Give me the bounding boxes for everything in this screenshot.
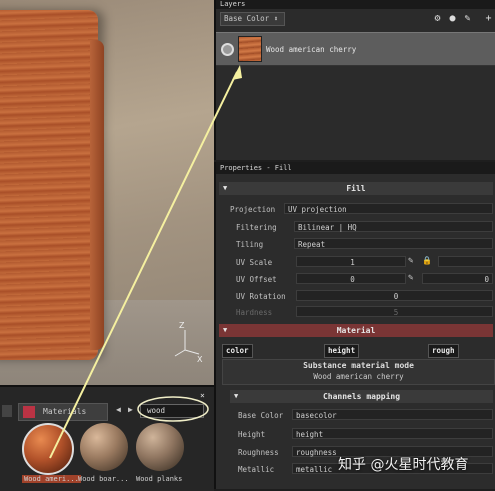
map-roughness-label: Roughness xyxy=(238,448,279,457)
fill-section-header[interactable]: ▼ Fill xyxy=(219,182,493,195)
lock-icon[interactable]: 🔒 xyxy=(422,256,432,267)
uv-scale-input[interactable]: 1 xyxy=(296,256,406,267)
hardness-input[interactable]: 5 xyxy=(296,306,493,317)
search-highlight-ellipse xyxy=(137,396,209,422)
substance-material-box[interactable]: Substance material mode Wood american ch… xyxy=(222,359,495,385)
add-layer-icon[interactable]: + xyxy=(482,12,495,25)
watermark: 知乎 @火星时代教育 xyxy=(338,457,469,473)
properties-panel-title: Properties - Fill xyxy=(216,162,495,174)
materials-tab[interactable]: Materials xyxy=(18,403,108,421)
map-height-label: Height xyxy=(238,430,266,439)
layer-row[interactable]: Wood american cherry xyxy=(216,32,495,66)
fill-section-title: Fill xyxy=(346,184,366,193)
materials-tab-icon xyxy=(23,406,35,418)
channel-dropdown-value: Base Color xyxy=(224,14,270,23)
uv-offset-input[interactable]: 0 xyxy=(296,273,406,284)
axis-gizmo-icon: Z X xyxy=(174,321,203,363)
height-channel-toggle[interactable]: height xyxy=(324,344,360,358)
collapse-triangle-icon: ▼ xyxy=(223,184,228,192)
map-basecolor-label: Base Color xyxy=(238,411,284,420)
layers-toolbar: Base Color ⬍ ⚙ ● ✎ + xyxy=(216,10,495,28)
shelf-prev-icon[interactable]: ◀ xyxy=(116,405,124,417)
wood-textured-cube xyxy=(0,10,98,360)
add-fill-layer-icon[interactable]: ● xyxy=(446,12,459,25)
layer-visibility-icon[interactable] xyxy=(221,43,234,56)
filtering-label: Filtering xyxy=(236,223,277,232)
tiling-dropdown[interactable]: Repeat xyxy=(294,238,493,249)
uv-offset-label: UV Offset xyxy=(236,275,277,284)
hardness-label: Hardness xyxy=(236,308,273,317)
material-label: Wood boar... xyxy=(78,475,129,483)
shelf-side-tab[interactable] xyxy=(2,405,12,417)
axis-z-label: Z xyxy=(179,321,185,330)
layers-panel-title: Layers xyxy=(216,0,495,9)
color-channel-toggle[interactable]: color xyxy=(222,344,253,358)
viewport-3d[interactable]: Z X xyxy=(0,0,214,385)
channels-mapping-title: Channels mapping xyxy=(322,392,401,401)
layer-name: Wood american cherry xyxy=(266,45,357,54)
material-section-title: Material xyxy=(336,326,376,335)
add-effect-icon[interactable]: ⚙ xyxy=(431,12,444,25)
layers-panel: Layers Base Color ⬍ ⚙ ● ✎ + Wood america… xyxy=(214,0,495,160)
layer-thumbnail xyxy=(238,36,262,62)
projection-dropdown[interactable]: UV projection xyxy=(284,203,493,214)
filtering-dropdown[interactable]: Bilinear | HQ xyxy=(294,221,493,232)
edit-pen-icon[interactable]: ✎ xyxy=(408,273,418,284)
collapse-triangle-icon: ▼ xyxy=(223,326,228,334)
add-paint-layer-icon[interactable]: ✎ xyxy=(461,12,474,25)
map-basecolor-dropdown[interactable]: basecolor xyxy=(292,409,493,420)
projection-label: Projection xyxy=(230,205,276,214)
material-wood-boards[interactable] xyxy=(80,423,128,471)
material-section-header[interactable]: ▼ Material xyxy=(219,324,493,337)
materials-tab-label: Materials xyxy=(43,407,87,416)
edit-pen-icon[interactable]: ✎ xyxy=(408,256,418,267)
substance-material-name: Wood american cherry xyxy=(313,372,404,381)
substance-mode-label: Substance material mode xyxy=(303,361,414,370)
cube-side-face xyxy=(90,40,104,350)
map-metallic-label: Metallic xyxy=(238,465,275,474)
channel-dropdown[interactable]: Base Color ⬍ xyxy=(220,12,285,26)
uv-scale-label: UV Scale xyxy=(236,258,273,267)
rough-channel-toggle[interactable]: rough xyxy=(428,344,459,358)
uv-rotation-label: UV Rotation xyxy=(236,292,286,301)
uv-rotation-input[interactable]: 0 xyxy=(296,290,493,301)
map-height-dropdown[interactable]: height xyxy=(292,428,493,439)
uv-offset-input-2[interactable]: 0 xyxy=(422,273,493,284)
tiling-label: Tiling xyxy=(236,240,264,249)
material-shelf: Materials ◀ ▶ wood × Wood ameri... Wood … xyxy=(0,385,214,491)
material-wood-planks[interactable] xyxy=(136,423,184,471)
material-label: Wood planks xyxy=(136,475,183,483)
properties-panel: Properties - Fill ▼ Fill Projection UV p… xyxy=(214,162,495,489)
material-wood-american-cherry[interactable] xyxy=(22,423,74,475)
uv-scale-input-2[interactable] xyxy=(438,256,493,267)
material-label: Wood ameri... xyxy=(22,475,81,483)
channels-mapping-header[interactable]: ▼ Channels mapping xyxy=(230,390,493,403)
collapse-triangle-icon: ▼ xyxy=(234,392,239,400)
axis-x-label: X xyxy=(197,355,203,363)
